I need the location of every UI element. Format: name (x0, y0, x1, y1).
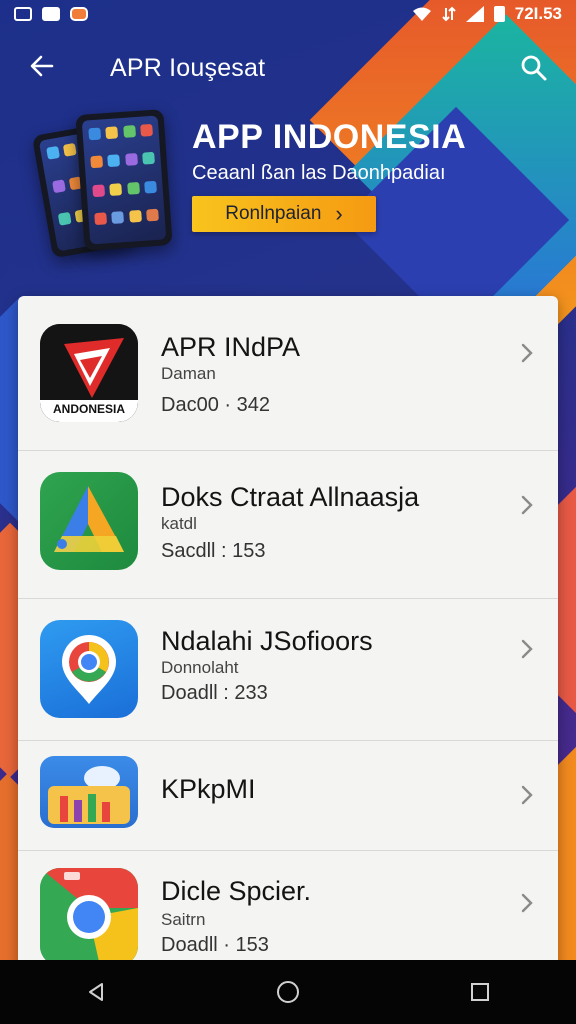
app-list: ANDONESIA APR INdPA Daman Dac00 · 342 Do… (18, 296, 558, 996)
app-name: APR INdPA (161, 332, 301, 362)
app-name: KPkpMI (161, 774, 256, 804)
back-button[interactable] (28, 52, 68, 88)
banner-cta-button[interactable]: Ronlnpaian › (192, 196, 376, 232)
banner-cta-label: Ronlnpaian (225, 203, 322, 224)
app-category: katdl (161, 514, 197, 533)
app-name: Doks Ctraat Allnaasja (161, 482, 420, 512)
app-logo-icon (40, 620, 138, 718)
chevron-right-icon (516, 342, 538, 364)
chevron-right-icon: › (335, 201, 343, 226)
battery-icon (493, 6, 505, 22)
app-logo-icon (40, 756, 138, 828)
status-time: 72I.53 (514, 4, 562, 23)
app-meta: Doadll · 153 (161, 934, 269, 956)
nav-back-icon (89, 983, 103, 1001)
list-item-app-4[interactable]: KPkpMI (18, 740, 558, 851)
data-icon (442, 6, 456, 22)
nav-recents-icon (471, 983, 489, 1001)
chevron-right-icon (516, 892, 538, 914)
app-name: Dicle Spcier. (161, 876, 312, 906)
banner-title: APP INDONESIA (192, 118, 467, 156)
app-meta: Dac00 · 342 (161, 394, 270, 416)
chevron-right-icon (516, 494, 538, 516)
signal-icon (465, 6, 484, 22)
app-category: Saitrn (161, 910, 206, 929)
app-name: Ndalahi JSofioors (161, 626, 373, 656)
nav-back-button[interactable] (76, 972, 116, 1012)
status-bar: 72I.53 (0, 0, 576, 28)
app-logo-icon: ANDONESIA (40, 324, 138, 422)
page-title: APR Iouşesat (110, 54, 266, 82)
app-category: Daman (161, 364, 216, 383)
app-meta: Doadll : 233 (161, 682, 268, 704)
list-item-app-2[interactable]: Doks Ctraat Allnaasja katdl Sacdll : 153 (18, 450, 558, 599)
chevron-right-icon (516, 784, 538, 806)
system-nav-bar (0, 960, 576, 1024)
nav-recents-button[interactable] (460, 972, 500, 1012)
wifi-icon (412, 7, 431, 21)
chevron-right-icon (516, 638, 538, 660)
list-item-app-3[interactable]: Ndalahi JSofioors Donnolaht Doadll : 233 (18, 598, 558, 741)
notification-icon (14, 7, 32, 21)
search-icon (521, 55, 547, 81)
nav-home-button[interactable] (268, 972, 308, 1012)
app-header: APR Iouşesat (0, 28, 576, 108)
list-item-app-1[interactable]: ANDONESIA APR INdPA Daman Dac00 · 342 (18, 296, 558, 451)
search-button[interactable] (520, 54, 548, 82)
nav-home-icon (277, 981, 299, 1003)
promo-banner[interactable]: APP INDONESIA Ceaanl ßan las Daonhpadiaı… (0, 100, 576, 290)
app-logo-icon (40, 472, 138, 570)
banner-subtitle: Ceaanl ßan las Daonhpadiaı (192, 162, 446, 184)
gallery-notification-icon (42, 7, 60, 21)
app-category: Donnolaht (161, 658, 239, 677)
phone-illustration (75, 109, 173, 251)
app-logo-icon (40, 868, 138, 966)
app-meta: Sacdll : 153 (161, 540, 266, 562)
app-logo-text: ANDONESIA (52, 402, 125, 416)
app-notification-icon (70, 7, 88, 21)
back-arrow-icon (30, 55, 54, 77)
